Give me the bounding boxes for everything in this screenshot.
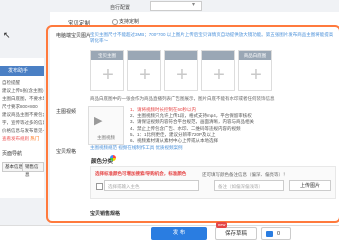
publish-helper-panel: 发布助手 自检提醒 建议上传5张(含主图) 主图白底图，不要水印 尺寸要求800… — [0, 58, 44, 198]
helper-tip: 字，宣传等过多的信息 — [2, 120, 44, 125]
image-slot-title — [128, 51, 160, 60]
plus-icon[interactable]: + — [202, 60, 236, 92]
upload-image-button[interactable]: 上传图片 — [289, 180, 331, 191]
specs-label: 宝贝规格 — [56, 149, 77, 155]
customization-option-label: 支持定制 — [119, 19, 140, 25]
helper-tip: 尺寸要求800×800 — [2, 104, 38, 109]
image-slot-title: 商品白底图 — [239, 51, 271, 60]
image-slot[interactable]: + — [127, 50, 161, 91]
color-checkbox[interactable] — [96, 183, 103, 190]
helper-tip: 主图白底图，不要水印 — [2, 96, 44, 101]
color-hint: 还可填写颜色备注信息（偏深、偏亮等）！ — [202, 172, 288, 177]
nav-sale-info-button[interactable]: 销售信息 — [22, 162, 44, 177]
main-video-label: 主图视频 — [56, 109, 77, 115]
plus-icon[interactable]: + — [128, 60, 162, 92]
image-slot-title: 宝贝主图 — [91, 51, 123, 60]
new-badge: new — [216, 222, 228, 228]
helper-panel-title: 发布助手 — [0, 66, 44, 76]
plus-icon[interactable]: + — [91, 60, 125, 92]
page-nav-title: 页面导航 — [2, 151, 23, 157]
cart-count: 0 — [277, 231, 281, 237]
save-draft-button[interactable]: 保存草稿 — [215, 227, 257, 240]
video-rules-list: 1、请将视频时长控制在60秒以内 2、主图视频只允许上传1段，格式支持mp4，平… — [130, 107, 335, 144]
hot-badge: 热门 — [30, 136, 40, 141]
color-input[interactable]: 选择或输入主色 — [104, 180, 199, 191]
image-slot-white-bg[interactable]: 商品白底图 + — [238, 50, 272, 91]
sale-spec-label: 宝贝销售规格 — [90, 211, 121, 217]
image-slot[interactable]: + — [164, 50, 198, 91]
video-play-icon: ▶ — [94, 115, 103, 127]
video-upload-box[interactable]: ▶ 主图视频 — [88, 106, 124, 145]
helper-tip: 自检提醒 — [2, 80, 20, 85]
video-help-links[interactable]: 主图视频规范 视频在线制作工具 优质视频案例 — [90, 145, 335, 151]
helper-tip: 建议上传5张(含主图) — [2, 88, 44, 93]
image-slot-title — [202, 51, 234, 60]
top-field-label: 自行配置 — [110, 5, 131, 11]
color-note-input[interactable]: 备注（如偏深偏浅等） — [214, 180, 284, 191]
video-caption: 主图视频 — [97, 135, 115, 140]
image-slot[interactable]: + — [201, 50, 235, 91]
white-bg-image-note: 商品白底图中的一张会作为商品直播列表广告图展示，图片白底不能有水印或者任何装饰信… — [90, 96, 275, 101]
helper-tip: 价格信息与发布意见一致 — [2, 128, 44, 133]
video-rule: 6、视频素材请从素材中心上传或从本地选择 — [130, 138, 219, 144]
publish-button[interactable]: 发 布 — [151, 227, 207, 240]
cart-icon — [266, 231, 273, 237]
publish-rules-link[interactable]: 查看发布规则 热门 — [2, 136, 39, 142]
chevron-down-icon[interactable]: ▾ — [192, 1, 195, 8]
cart-button[interactable]: 0 — [261, 227, 291, 240]
image-slot-main[interactable]: 宝贝主图 + — [90, 50, 124, 91]
publish-rules-link-label[interactable]: 查看发布规则 — [2, 136, 29, 141]
helper-tip: 建议商品主图不要包含 — [2, 112, 44, 117]
color-warning: 选择标准颜色可增加搜索/导购机会，标准颜色 — [95, 171, 187, 176]
product-images-note: 宝贝主图尺寸不能超过3MB；700*700 以上图片上传后宝贝详情页自动提供放大… — [90, 32, 334, 43]
image-slot-title — [165, 51, 197, 60]
plus-icon[interactable]: + — [239, 60, 273, 92]
plus-icon[interactable]: + — [165, 60, 199, 92]
color-options-box: 选择标准颜色可增加搜索/导购机会，标准颜色 还可填写颜色备注信息（偏深、偏亮等）… — [90, 166, 336, 199]
mouse-cursor-icon: ↖ — [3, 30, 11, 40]
product-images-label: 电脑端宝贝图片 — [56, 33, 92, 39]
color-palette-icon — [110, 155, 116, 161]
